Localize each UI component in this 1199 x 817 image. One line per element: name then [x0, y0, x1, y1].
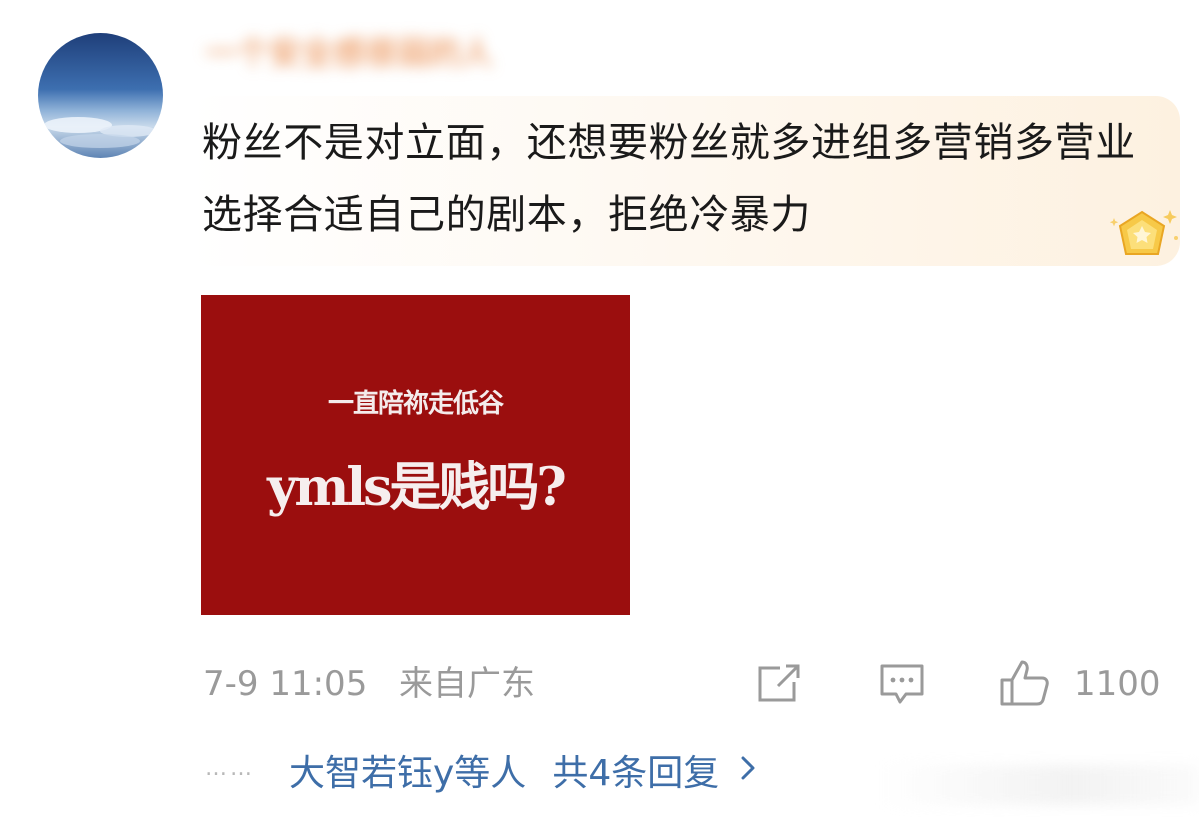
reply-dots: ……	[205, 755, 255, 781]
avatar[interactable]	[38, 33, 163, 158]
image-caption-line1: 一直陪祢走低谷	[327, 389, 504, 419]
image-caption-line2: ymls是贱吗?	[267, 457, 567, 518]
chevron-right-icon[interactable]	[739, 754, 757, 786]
reply-total-link[interactable]: 共4条回复	[552, 744, 719, 796]
share-icon[interactable]	[756, 662, 802, 704]
vip-badge-icon	[1100, 196, 1184, 270]
thumbs-up-icon[interactable]	[998, 658, 1052, 708]
comment-image[interactable]: 一直陪祢走低谷 ymls是贱吗?	[201, 295, 630, 615]
comment-meta: 7-9 11:05 来自广东	[203, 658, 535, 710]
reply-names-link[interactable]: 大智若钰y等人	[289, 744, 526, 796]
comment-text: 粉丝不是对立面，还想要粉丝就多进组多营销多营业选择合适自己的剧本，拒绝冷暴力	[202, 120, 1136, 238]
like-count: 1100	[1074, 664, 1161, 704]
replies-row[interactable]: …… 大智若钰y等人 共4条回复	[205, 742, 757, 798]
username[interactable]: 一个安全感很弱的人	[205, 30, 665, 76]
watermark-fade	[880, 765, 1199, 805]
timestamp: 7-9 11:05	[203, 664, 368, 704]
location: 来自广东	[398, 664, 535, 704]
comment-icon[interactable]	[878, 662, 926, 706]
